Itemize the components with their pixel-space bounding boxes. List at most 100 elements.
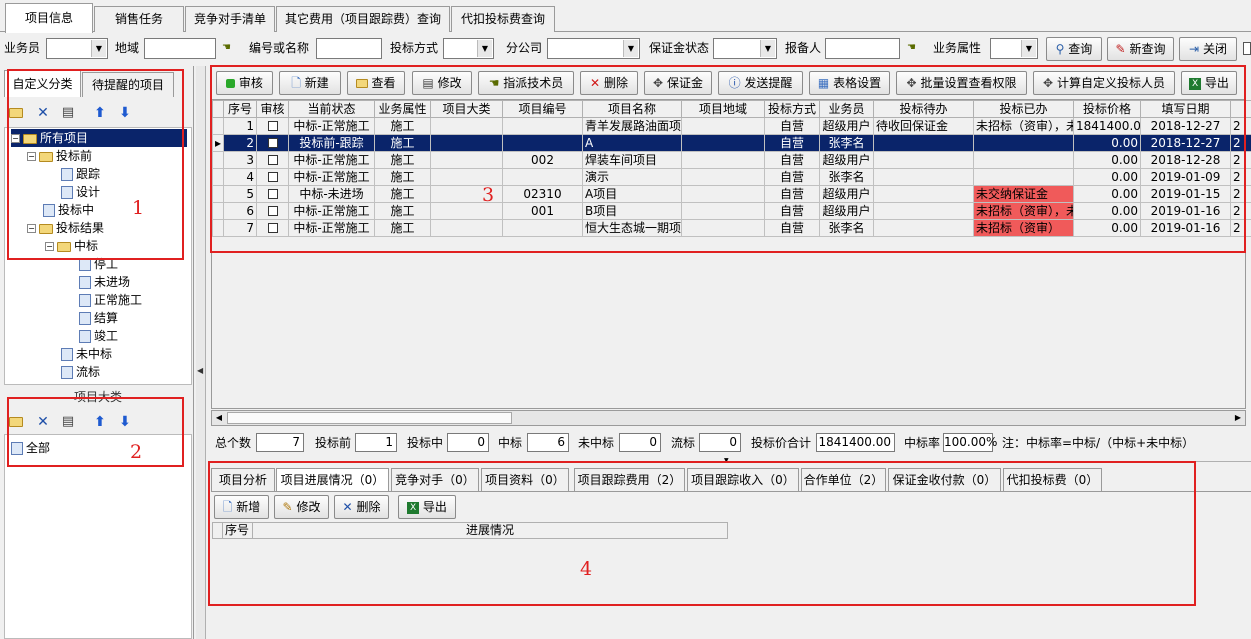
add-folder-icon[interactable] bbox=[6, 102, 28, 124]
tree-node-completed[interactable]: 竣工 bbox=[79, 327, 118, 345]
tab-pending-reminder[interactable]: 待提醒的项目 bbox=[82, 72, 174, 97]
close-button[interactable]: ⇥ 关闭 bbox=[1179, 37, 1237, 61]
table-row[interactable]: 1 中标-正常施工 施工 青羊发展路油面项 自营 超级用户 待收回保证金 未招标（资审），未 1… bbox=[212, 117, 1251, 135]
edit-icon[interactable]: ▤ bbox=[57, 102, 79, 124]
column-header[interactable]: 投标待办 bbox=[873, 100, 974, 118]
splitter[interactable] bbox=[196, 66, 206, 639]
query-button[interactable]: ⚲ 查询 bbox=[1046, 37, 1102, 61]
chevron-down-icon[interactable]: ▼ bbox=[760, 40, 775, 57]
column-header[interactable]: 审核 bbox=[256, 100, 289, 118]
tree-node-stopped[interactable]: 停工 bbox=[79, 255, 118, 273]
scroll-right-icon[interactable]: ▶ bbox=[1231, 411, 1245, 425]
table-cell[interactable] bbox=[256, 117, 289, 135]
collapse-arrow-icon[interactable]: ◀ bbox=[197, 365, 205, 377]
tab-sales-task[interactable]: 销售任务 bbox=[94, 6, 184, 32]
table-cell[interactable] bbox=[256, 168, 289, 186]
tab-withheld[interactable]: 代扣投标费（0） bbox=[1003, 468, 1102, 492]
delete-button[interactable]: ✕ 删除 bbox=[580, 71, 638, 95]
tree-node-settled[interactable]: 结算 bbox=[79, 309, 118, 327]
row-indicator[interactable] bbox=[212, 151, 224, 169]
table-cell[interactable] bbox=[256, 151, 289, 169]
tab-tracking-income[interactable]: 项目跟踪收入（0） bbox=[687, 468, 799, 492]
branch-select[interactable]: ▼ bbox=[547, 38, 640, 59]
delete-icon[interactable]: ✕ bbox=[32, 411, 54, 433]
deposit-status-select[interactable]: ▼ bbox=[713, 38, 777, 59]
audit-checkbox[interactable] bbox=[267, 121, 278, 131]
column-header[interactable]: 当前状态 bbox=[288, 100, 375, 118]
table-row[interactable]: ▸ 2 投标前-跟踪 施工 A 自营 张李名 0.00 2018-12-27 2 bbox=[212, 134, 1251, 152]
tab-partners[interactable]: 合作单位（2） bbox=[801, 468, 886, 492]
add-progress-button[interactable]: 🗋 新增 bbox=[214, 495, 269, 519]
audit-checkbox[interactable] bbox=[267, 189, 278, 199]
tab-materials[interactable]: 项目资料（0） bbox=[481, 468, 569, 492]
tab-progress[interactable]: 项目进展情况（0） bbox=[276, 468, 389, 492]
edit-button[interactable]: ▤ 修改 bbox=[412, 71, 472, 95]
tree-node-in-bid[interactable]: 投标中 bbox=[43, 201, 94, 219]
tree-node-failed[interactable]: 流标 bbox=[61, 363, 100, 381]
deposit-button[interactable]: ✥ 保证金 bbox=[644, 71, 712, 95]
edit-progress-button[interactable]: ✎ 修改 bbox=[274, 495, 329, 519]
audit-checkbox[interactable] bbox=[267, 155, 278, 165]
column-header[interactable]: 项目大类 bbox=[430, 100, 503, 118]
table-row[interactable]: 3 中标-正常施工 施工 002 焊装车间项目 自营 超级用户 0.00 2018-12-28 2 bbox=[212, 151, 1251, 169]
new-button[interactable]: 🗋 新建 bbox=[279, 71, 341, 95]
table-settings-button[interactable]: ▦ 表格设置 bbox=[809, 71, 890, 95]
tab-withheld-fees[interactable]: 代扣投标费查询 bbox=[451, 6, 555, 32]
arrow-down-icon[interactable]: ⬇ bbox=[114, 102, 136, 124]
tree-node-design[interactable]: 设计 bbox=[61, 183, 100, 201]
audit-checkbox[interactable] bbox=[267, 223, 278, 233]
chevron-down-icon[interactable]: ▼ bbox=[91, 40, 106, 57]
table-cell[interactable] bbox=[256, 202, 289, 220]
table-cell[interactable] bbox=[256, 134, 289, 152]
tree-node-lost[interactable]: 未中标 bbox=[61, 345, 112, 363]
tab-tracking-cost[interactable]: 项目跟踪费用（2） bbox=[574, 468, 685, 492]
overflow-checkbox[interactable] bbox=[1243, 42, 1251, 55]
category-item-all[interactable]: 全部 bbox=[11, 439, 50, 457]
scroll-thumb[interactable] bbox=[227, 412, 512, 424]
tab-competitors[interactable]: 竞争对手清单 bbox=[185, 6, 275, 32]
horizontal-scrollbar[interactable]: ◀ ▶ bbox=[211, 410, 1246, 426]
edit-icon[interactable]: ▤ bbox=[57, 411, 79, 433]
delete-progress-button[interactable]: ✕ 删除 bbox=[334, 495, 389, 519]
table-cell[interactable] bbox=[256, 219, 289, 237]
column-header[interactable]: 投标已办 bbox=[973, 100, 1074, 118]
send-reminder-button[interactable]: ⓘ 发送提醒 bbox=[718, 71, 803, 95]
tab-project-info[interactable]: 项目信息 bbox=[5, 3, 93, 33]
row-indicator[interactable] bbox=[212, 185, 224, 203]
row-indicator[interactable] bbox=[212, 202, 224, 220]
column-header[interactable]: 项目名称 bbox=[582, 100, 682, 118]
row-indicator[interactable] bbox=[212, 219, 224, 237]
arrow-up-icon[interactable]: ⬆ bbox=[89, 411, 111, 433]
table-row[interactable]: 7 中标-正常施工 施工 恒大生态城一期项 自营 张李名 未招标（资审） 0.00 2019-0… bbox=[212, 219, 1251, 237]
row-indicator[interactable] bbox=[212, 117, 224, 135]
column-header[interactable]: 序号 bbox=[223, 522, 253, 539]
view-button[interactable]: 查看 bbox=[347, 71, 405, 95]
tab-deposit-payments[interactable]: 保证金收付款（0） bbox=[888, 468, 1001, 492]
audit-checkbox[interactable] bbox=[267, 138, 278, 148]
assign-tech-button[interactable]: ☚ 指派技术员 bbox=[478, 71, 574, 95]
bid-method-select[interactable]: ▼ bbox=[443, 38, 494, 59]
column-header[interactable]: 投标方式 bbox=[764, 100, 820, 118]
salesperson-select[interactable]: ▼ bbox=[46, 38, 108, 59]
tree-node-track[interactable]: 跟踪 bbox=[61, 165, 100, 183]
tree-node-all-projects[interactable]: − 所有项目 bbox=[11, 129, 187, 147]
column-header[interactable]: 填写日期 bbox=[1140, 100, 1231, 118]
column-header[interactable]: 序号 bbox=[223, 100, 257, 118]
new-query-button[interactable]: ✎ 新查询 bbox=[1107, 37, 1174, 61]
delete-icon[interactable]: ✕ bbox=[32, 102, 54, 124]
business-attr-select[interactable]: ▼ bbox=[990, 38, 1038, 59]
tree-node-normal[interactable]: 正常施工 bbox=[79, 291, 142, 309]
chevron-down-icon[interactable]: ▼ bbox=[623, 40, 638, 57]
tree-node-not-started[interactable]: 未进场 bbox=[79, 273, 130, 291]
tab-bottom-competitors[interactable]: 竞争对手（0） bbox=[391, 468, 479, 492]
column-header[interactable]: 投标价格 bbox=[1073, 100, 1141, 118]
row-indicator[interactable]: ▸ bbox=[212, 134, 224, 152]
calc-bidders-button[interactable]: ✥ 计算自定义投标人员 bbox=[1033, 71, 1175, 95]
column-header[interactable]: 项目地域 bbox=[681, 100, 765, 118]
arrow-up-icon[interactable]: ⬆ bbox=[89, 102, 111, 124]
tree-node-before-bid[interactable]: − 投标前 bbox=[27, 147, 92, 165]
scroll-left-icon[interactable]: ◀ bbox=[212, 411, 226, 425]
code-name-input[interactable] bbox=[316, 38, 382, 59]
table-row[interactable]: 6 中标-正常施工 施工 001 B项目 自营 超级用户 未招标（资审），未 0.00 2019-… bbox=[212, 202, 1251, 220]
export-progress-button[interactable]: X 导出 bbox=[398, 495, 456, 519]
